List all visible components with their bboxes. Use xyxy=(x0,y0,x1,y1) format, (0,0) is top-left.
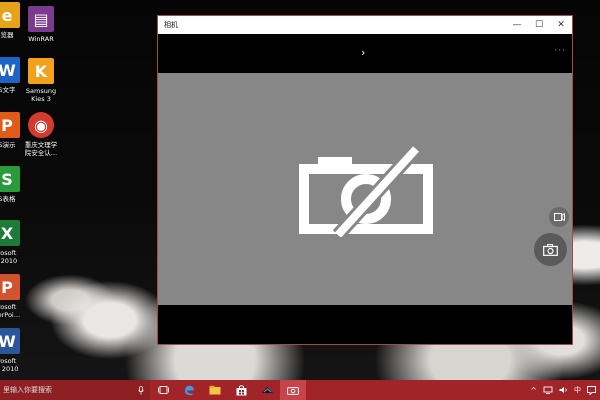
take-photo-button[interactable] xyxy=(534,233,567,266)
desktop-icon-label: 重庆文理学 院安全认… xyxy=(24,141,58,157)
store-icon xyxy=(236,384,246,395)
word-icon: W xyxy=(0,328,20,354)
speaker-icon[interactable] xyxy=(559,386,568,394)
camera-preview xyxy=(158,73,572,306)
powerpoint-icon: P xyxy=(0,274,20,300)
samsung-kies-icon: K xyxy=(28,58,54,84)
store-button[interactable] xyxy=(228,380,254,400)
tray-chevron-icon[interactable]: ^ xyxy=(530,386,537,395)
desktop-icon-powerpoint[interactable]: P rosoft verPoi… xyxy=(0,274,34,319)
kies-icon xyxy=(261,387,273,393)
input-language-indicator[interactable]: 中 xyxy=(574,385,581,395)
desktop-icon-campus-auth[interactable]: ◉ 重庆文理学 院安全认… xyxy=(14,112,68,157)
kies-button[interactable] xyxy=(254,380,280,400)
desktop-icon-label: rosoft verPoi… xyxy=(0,303,21,319)
camera-window: 相机 — ☐ ✕ › ··· xyxy=(157,15,573,345)
video-camera-icon xyxy=(553,213,565,221)
network-icon[interactable] xyxy=(543,386,553,394)
file-explorer-icon xyxy=(209,385,221,395)
file-explorer-button[interactable] xyxy=(202,380,228,400)
edge-icon xyxy=(184,385,194,395)
notification-icon[interactable] xyxy=(587,385,596,395)
camera-top-bar: › ··· xyxy=(158,34,572,73)
campus-auth-icon: ◉ xyxy=(28,112,54,138)
more-options-button[interactable]: ··· xyxy=(554,46,566,56)
excel-icon: X xyxy=(0,220,20,246)
wps-spreadsheet-icon: S xyxy=(0,166,20,192)
microphone-icon[interactable] xyxy=(138,385,144,395)
desktop-icon-samsung-kies[interactable]: K Samsung Kies 3 xyxy=(14,58,68,103)
task-view-button[interactable] xyxy=(150,380,176,400)
desktop-icon-winrar[interactable]: ▤ WinRAR xyxy=(14,6,68,43)
desktop-icon-label: WinRAR xyxy=(28,35,54,43)
desktop-icon-label: S表格 xyxy=(0,195,16,203)
edge-button[interactable] xyxy=(176,380,202,400)
camera-app-icon xyxy=(287,386,299,395)
window-title: 相机 xyxy=(164,21,178,29)
taskbar: 里输入你要搜索 ^ 中 xyxy=(0,380,600,400)
chevron-right-icon[interactable]: › xyxy=(361,46,365,59)
minimize-button[interactable]: — xyxy=(506,16,528,34)
video-mode-button[interactable] xyxy=(549,207,569,227)
winrar-icon: ▤ xyxy=(28,6,54,32)
system-tray: ^ 中 xyxy=(527,380,600,400)
title-bar[interactable]: 相机 — ☐ ✕ xyxy=(158,16,572,34)
camera-bottom-bar xyxy=(158,305,572,344)
search-placeholder: 里输入你要搜索 xyxy=(3,386,52,394)
desktop-icon-label: rosoft d 2010 xyxy=(0,357,19,373)
desktop-icon-wps-spreadsheet[interactable]: S S表格 xyxy=(0,166,34,203)
task-view-icon xyxy=(157,386,169,394)
maximize-button[interactable]: ☐ xyxy=(528,16,550,34)
desktop-icon-excel[interactable]: X rosoft l 2010 xyxy=(0,220,34,265)
desktop-icon-word[interactable]: W rosoft d 2010 xyxy=(0,328,34,373)
close-button[interactable]: ✕ xyxy=(550,16,572,34)
camera-app-button[interactable] xyxy=(280,380,306,400)
camera-off-icon xyxy=(299,145,433,237)
desktop-icon-label: rosoft l 2010 xyxy=(0,249,18,265)
camera-icon xyxy=(543,243,558,256)
desktop-icon-label: Samsung Kies 3 xyxy=(25,87,57,103)
search-box[interactable]: 里输入你要搜索 xyxy=(0,380,150,400)
